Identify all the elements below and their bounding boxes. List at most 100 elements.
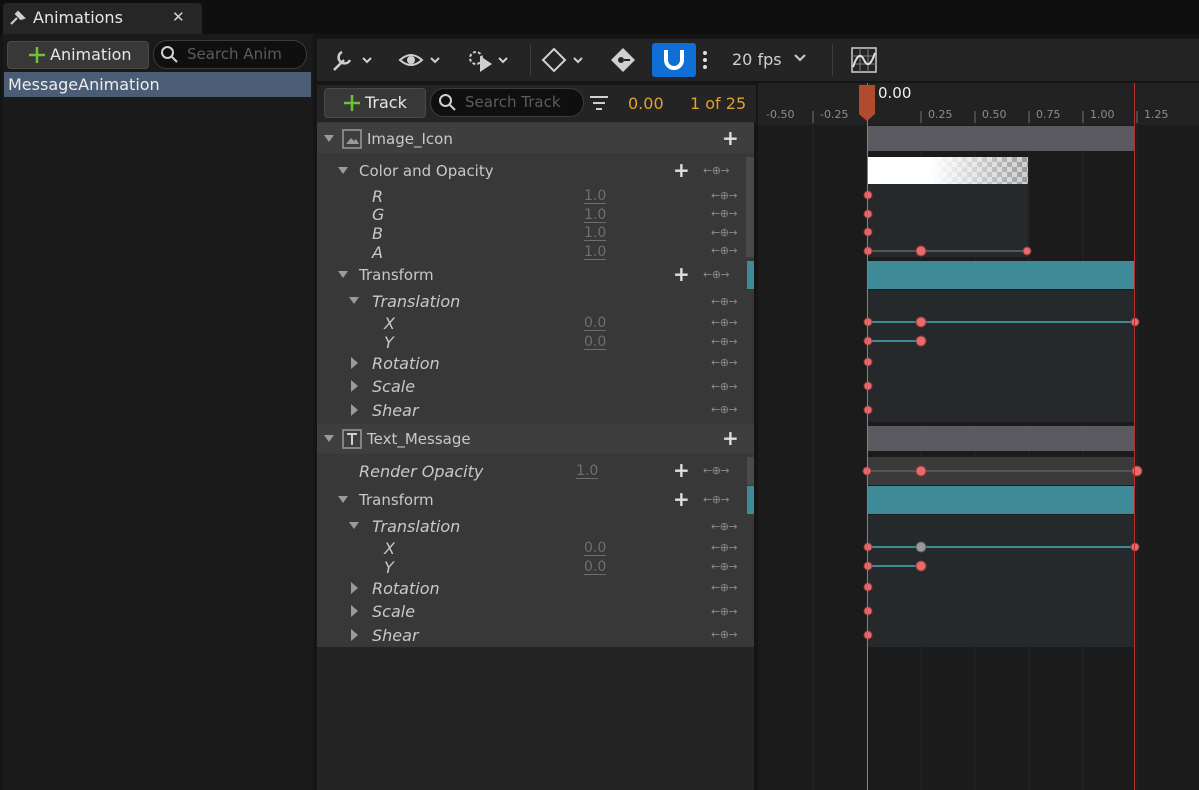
channel-r-value[interactable]: 1.0 [584, 189, 607, 204]
track-label: Rotation [372, 579, 440, 598]
collapsed-arrow-icon[interactable] [350, 581, 360, 595]
key-navigation[interactable]: ←⊕→ [703, 464, 730, 477]
expand-arrow-icon[interactable] [348, 521, 360, 531]
expand-arrow-icon[interactable] [348, 296, 360, 306]
key-navigation[interactable]: ←⊕→ [711, 380, 738, 393]
fps-selector[interactable]: 20 fps [732, 50, 782, 69]
collapsed-arrow-icon[interactable] [350, 604, 360, 618]
channel-r: R [372, 187, 384, 206]
key-navigation[interactable]: ←⊕→ [711, 628, 738, 641]
key-navigation[interactable]: ←⊕→ [711, 335, 738, 348]
key-navigation[interactable]: ←⊕→ [703, 268, 730, 281]
close-icon[interactable]: ✕ [172, 8, 185, 26]
channel-g-value[interactable]: 1.0 [584, 208, 607, 223]
key-navigation[interactable]: ←⊕→ [711, 295, 738, 308]
chevron-down-icon [794, 54, 806, 62]
key-navigation[interactable]: ←⊕→ [711, 403, 738, 416]
track-label: Color and Opacity [359, 162, 494, 180]
key-navigation[interactable]: ←⊕→ [711, 356, 738, 369]
wrench-dropdown-icon[interactable] [330, 46, 376, 74]
key-navigation[interactable]: ←⊕→ [711, 226, 738, 239]
collapsed-arrow-icon[interactable] [350, 403, 360, 417]
playback-dropdown-icon[interactable] [466, 46, 512, 74]
channel-x-value[interactable]: 0.0 [584, 541, 607, 556]
auto-key-icon[interactable] [610, 46, 638, 74]
track-label: Shear [372, 626, 419, 645]
track-label: Translation [372, 517, 461, 536]
channel-x: X [384, 539, 395, 558]
key-navigation[interactable]: ←⊕→ [711, 520, 738, 533]
key-diamond-dropdown-icon[interactable] [541, 46, 587, 74]
key-navigation[interactable]: ←⊕→ [711, 581, 738, 594]
track-color-strip [746, 157, 754, 257]
key-navigation[interactable]: ←⊕→ [711, 541, 738, 554]
search-icon [160, 45, 178, 63]
expand-arrow-icon[interactable] [323, 434, 335, 444]
add-track-plus-icon[interactable]: + [722, 428, 739, 448]
collapsed-arrow-icon[interactable] [350, 379, 360, 393]
frame-counter: 1 of 25 [690, 94, 747, 113]
collapsed-arrow-icon[interactable] [350, 356, 360, 370]
channel-y: Y [384, 333, 394, 352]
key-navigation[interactable]: ←⊕→ [711, 244, 738, 257]
expand-arrow-icon[interactable] [337, 166, 349, 176]
animation-search-placeholder: Search Anim [187, 45, 282, 63]
channel-y-value[interactable]: 0.0 [584, 335, 607, 350]
search-icon [438, 93, 456, 111]
animations-panel [3, 34, 313, 790]
key-navigation[interactable]: ←⊕→ [711, 316, 738, 329]
track-label: Transform [359, 491, 434, 509]
magnet-icon [663, 48, 685, 72]
playback-end-marker[interactable] [1134, 83, 1135, 790]
add-animation-label: Animation [50, 45, 132, 64]
outliner-empty-area [317, 647, 754, 790]
key-navigation[interactable]: ←⊕→ [703, 493, 730, 506]
filter-icon[interactable] [589, 94, 609, 112]
expand-arrow-icon[interactable] [337, 495, 349, 505]
track-label: Translation [372, 292, 461, 311]
track-search-placeholder: Search Track [465, 93, 561, 111]
text-widget-icon [342, 429, 362, 449]
track-label: Render Opacity [359, 462, 484, 481]
channel-y: Y [384, 558, 394, 577]
key-navigation[interactable]: ←⊕→ [711, 560, 738, 573]
key-navigation[interactable]: ←⊕→ [703, 164, 730, 177]
channel-y-value[interactable]: 0.0 [584, 560, 607, 575]
curve-editor-icon[interactable] [851, 47, 877, 73]
channel-a: A [372, 243, 383, 262]
channel-b: B [372, 224, 383, 243]
add-key-plus-icon[interactable]: + [673, 160, 690, 180]
eye-dropdown-icon[interactable] [398, 46, 444, 74]
add-key-plus-icon[interactable]: + [673, 489, 690, 509]
track-label: Rotation [372, 354, 440, 373]
track-color-strip [747, 261, 754, 289]
add-key-plus-icon[interactable]: + [673, 460, 690, 480]
render-opacity-value[interactable]: 1.0 [576, 464, 599, 479]
key-navigation[interactable]: ←⊕→ [711, 605, 738, 618]
channel-x: X [384, 314, 395, 333]
channel-g: G [372, 205, 385, 224]
add-track-label: Track [365, 93, 407, 112]
playhead-handle[interactable] [858, 84, 876, 122]
key-navigation[interactable]: ←⊕→ [711, 189, 738, 202]
keyframes[interactable] [758, 83, 1199, 790]
playback-start-marker[interactable] [867, 83, 868, 790]
track-label: Image_Icon [367, 130, 453, 148]
add-key-plus-icon[interactable]: + [673, 264, 690, 284]
channel-x-value[interactable]: 0.0 [584, 316, 607, 331]
toolbar-separator [530, 44, 531, 76]
channel-b-value[interactable]: 1.0 [584, 226, 607, 241]
pin-icon [9, 10, 27, 26]
expand-arrow-icon[interactable] [323, 134, 335, 144]
channel-a-value[interactable]: 1.0 [584, 245, 607, 260]
current-time-field[interactable]: 0.00 [628, 94, 664, 113]
plus-icon [28, 46, 46, 64]
track-color-strip [747, 457, 754, 485]
more-options-icon[interactable] [701, 48, 709, 72]
key-navigation[interactable]: ←⊕→ [711, 207, 738, 220]
add-track-plus-icon[interactable]: + [722, 128, 739, 148]
playhead-time: 0.00 [878, 84, 912, 102]
collapsed-arrow-icon[interactable] [350, 628, 360, 642]
expand-arrow-icon[interactable] [337, 270, 349, 280]
track-color-strip [747, 486, 754, 514]
